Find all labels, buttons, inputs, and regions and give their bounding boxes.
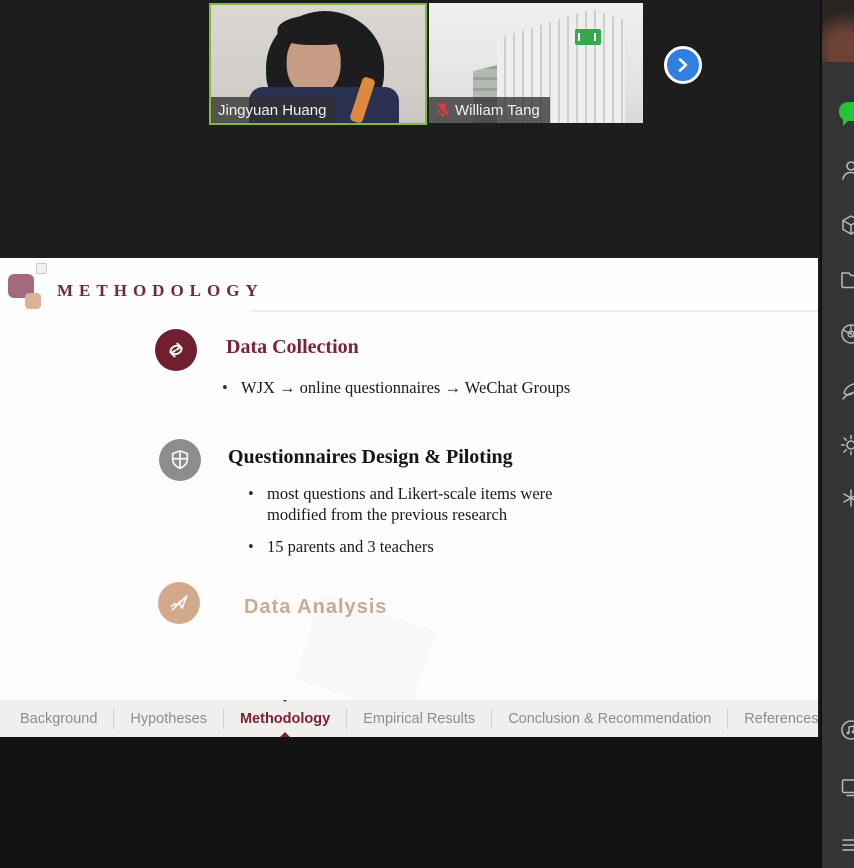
screen-share-region: METHODOLOGY Data Collection WJX → online… — [0, 258, 818, 700]
tab-conclusion-recommendation[interactable]: Conclusion & Recommendation — [492, 700, 727, 737]
slide-title: METHODOLOGY — [57, 281, 264, 301]
participants-icon[interactable] — [839, 158, 854, 182]
building-logo — [575, 29, 601, 45]
beauty-camera-icon[interactable] — [839, 322, 854, 346]
tab-references[interactable]: References — [728, 700, 818, 737]
slide-bullet: 15 parents and 3 teachers — [248, 536, 584, 557]
record-icon[interactable] — [839, 718, 854, 742]
participant-avatar[interactable] — [822, 0, 854, 62]
slide-section-tabbar: Background Hypotheses Methodology Empiri… — [0, 700, 818, 737]
filter-icon[interactable] — [839, 379, 854, 403]
tab-background[interactable]: Background — [4, 700, 113, 737]
apps-cube-icon[interactable] — [839, 213, 854, 237]
slide-logo-square-small — [36, 263, 47, 274]
video-thumbnail[interactable]: William Tang — [429, 3, 643, 123]
active-tab-marker-top — [279, 700, 291, 702]
participant-name-tag: William Tang — [429, 97, 550, 123]
meeting-window: Jingyuan Huang William Tang METHODOLOG — [0, 0, 854, 868]
shield-icon — [159, 439, 201, 481]
tab-methodology[interactable]: Methodology — [224, 700, 346, 737]
participant-name-tag: Jingyuan Huang — [211, 97, 336, 123]
section-heading: Data Collection — [226, 336, 359, 359]
chevron-right-icon — [675, 57, 691, 73]
section-heading: Questionnaires Design & Piloting — [228, 446, 513, 469]
share-screen-icon[interactable] — [839, 775, 854, 799]
participant-name: Jingyuan Huang — [218, 102, 326, 119]
paper-plane-icon — [158, 582, 200, 624]
tab-label: Methodology — [240, 711, 330, 727]
slide-bullet: most questions and Likert-scale items we… — [248, 483, 584, 525]
sync-arrows-icon — [155, 329, 197, 371]
tab-empirical-results[interactable]: Empirical Results — [347, 700, 491, 737]
slide-logo-square-tan — [25, 293, 41, 309]
participant-name: William Tang — [455, 102, 540, 119]
more-menu-icon[interactable] — [839, 833, 854, 857]
video-thumbnail-speaker[interactable]: Jingyuan Huang — [209, 3, 427, 125]
settings-gear-icon[interactable] — [839, 433, 854, 457]
decor — [277, 15, 355, 45]
muted-mic-icon — [436, 102, 450, 118]
slide-bullet: WJX → online questionnaires → WeChat Gro… — [222, 377, 642, 398]
chat-icon[interactable] — [839, 102, 854, 121]
next-page-button[interactable] — [664, 46, 702, 84]
folder-icon[interactable] — [839, 267, 854, 291]
background — [0, 737, 820, 868]
meeting-toolbar — [820, 0, 854, 868]
divider — [250, 310, 818, 312]
effects-sparkle-icon[interactable] — [839, 486, 854, 510]
tab-hypotheses[interactable]: Hypotheses — [114, 700, 223, 737]
